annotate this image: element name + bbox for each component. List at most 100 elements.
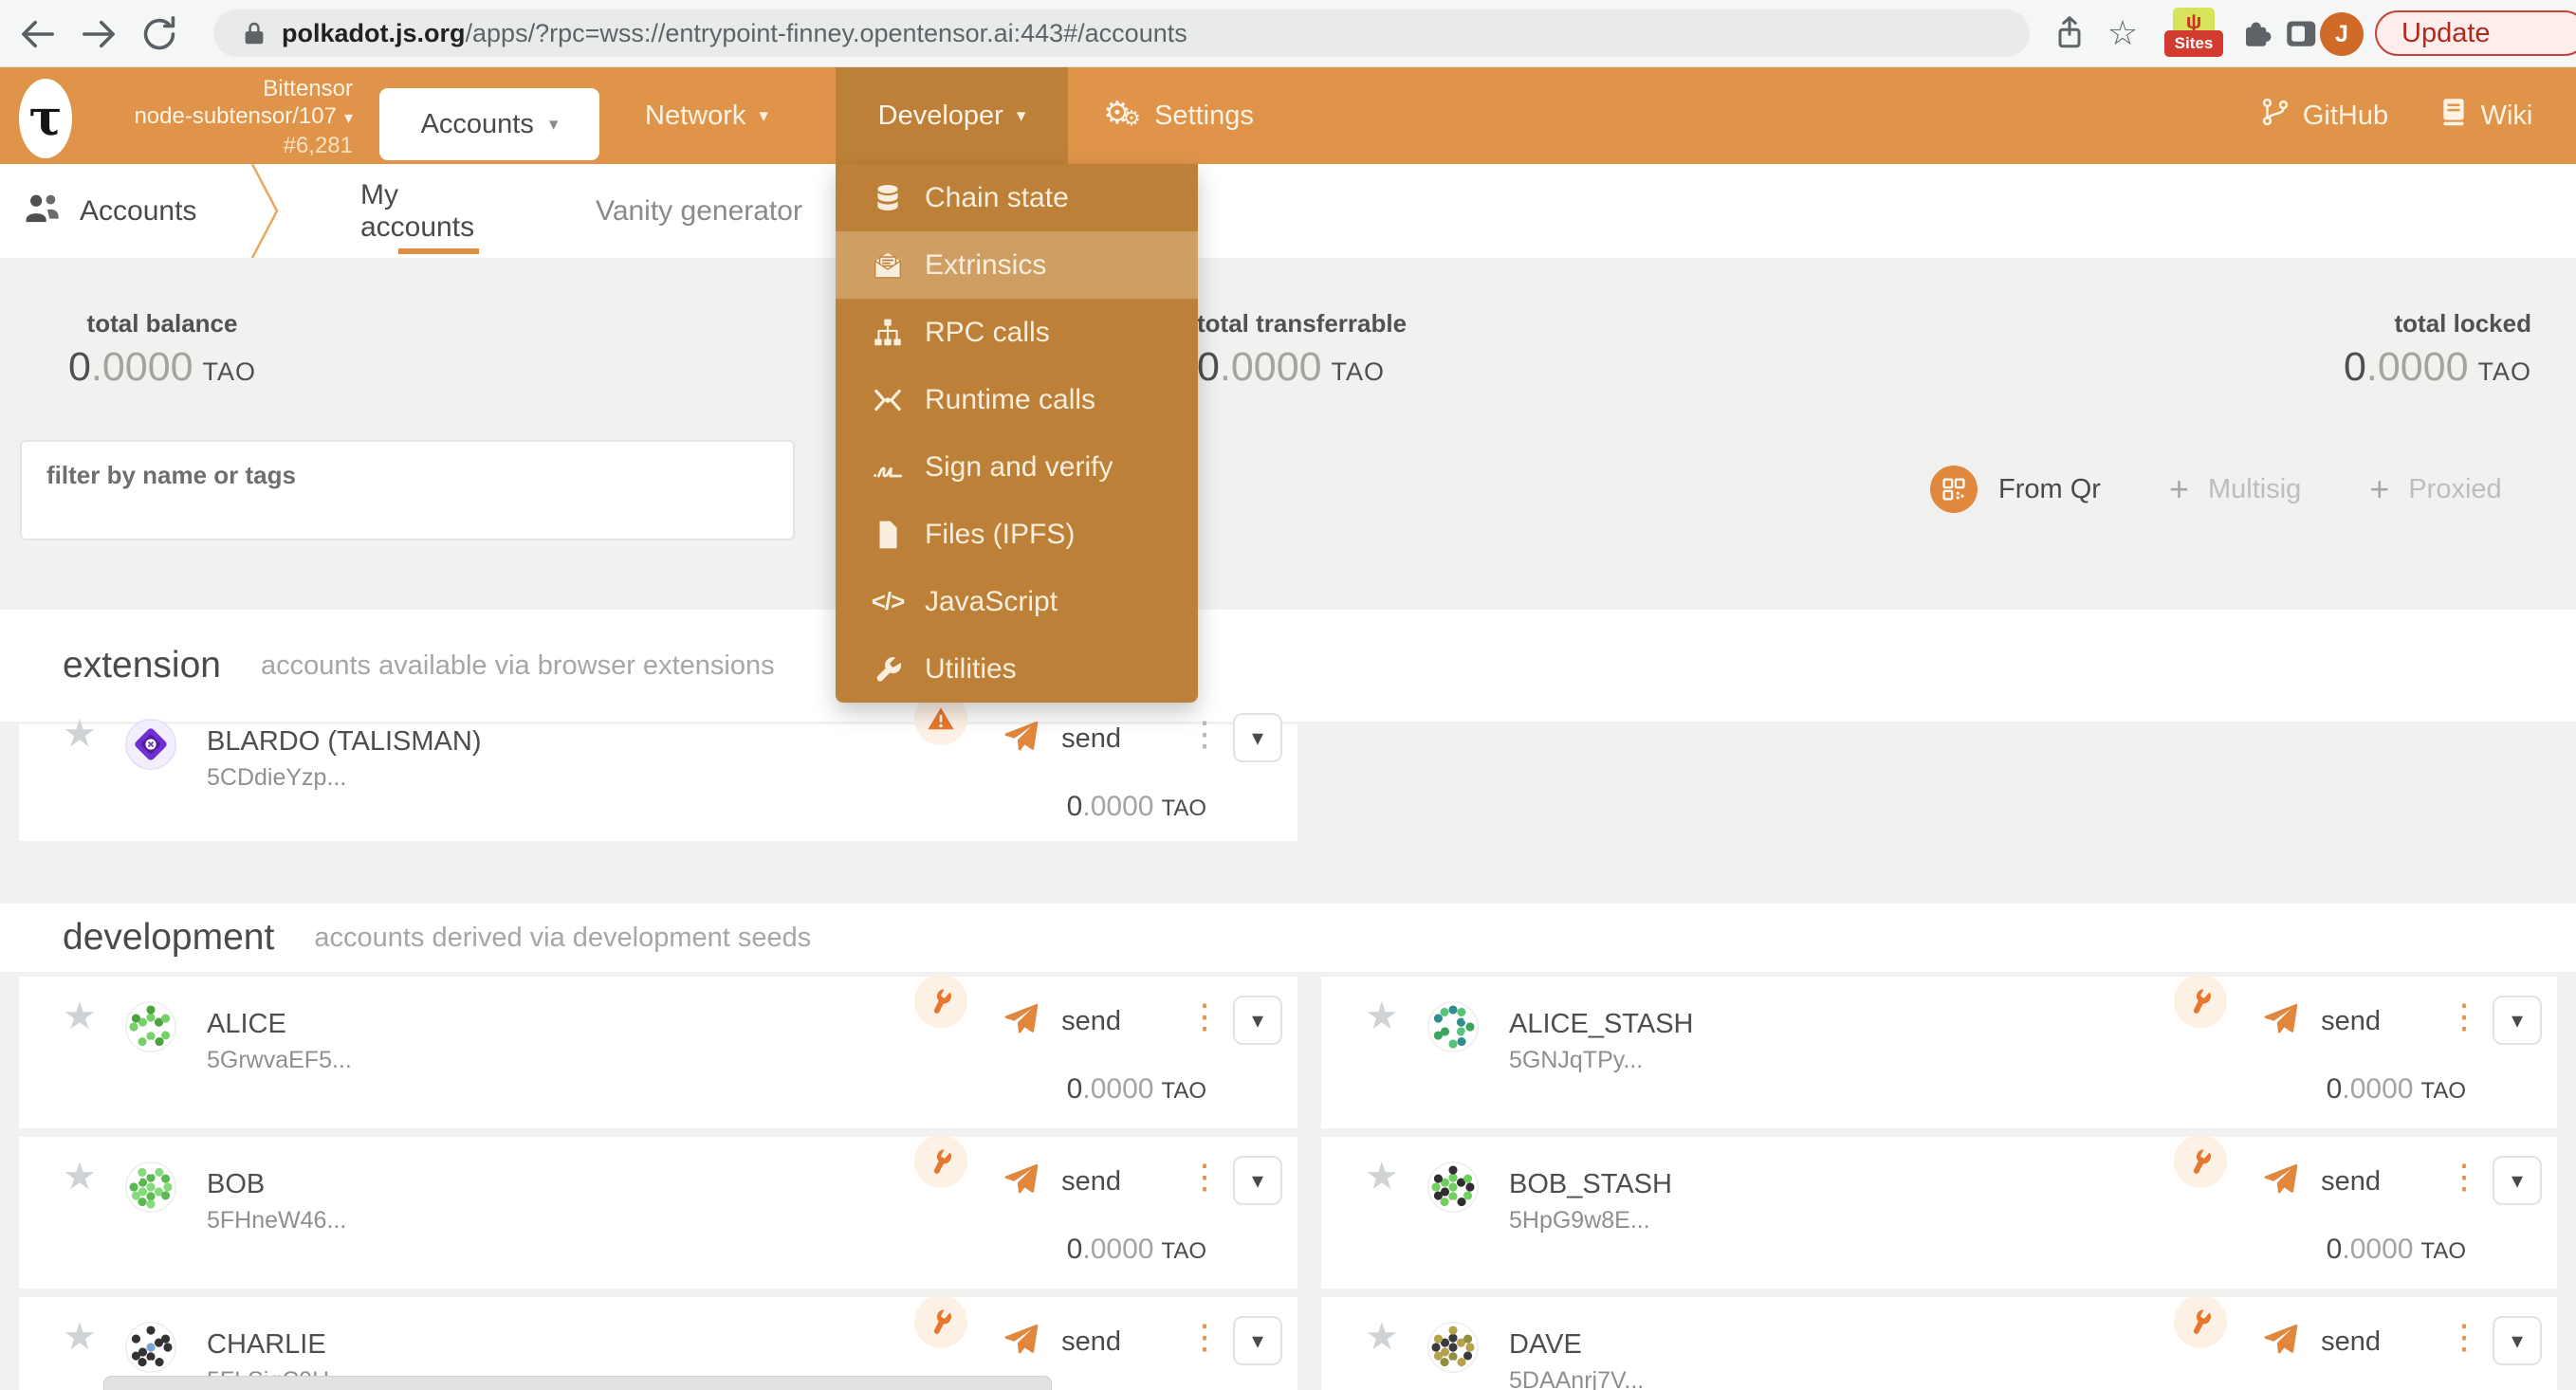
account-identicon[interactable] — [125, 719, 176, 770]
tab-vanity-generator[interactable]: Vanity generator — [596, 164, 802, 258]
browser-forward-button[interactable] — [78, 13, 120, 55]
compress-icon — [868, 383, 908, 417]
send-button[interactable]: send — [1003, 1161, 1121, 1202]
lock-icon[interactable] — [240, 19, 268, 47]
send-button[interactable]: send — [2262, 1001, 2381, 1042]
nav-accounts-button[interactable]: Accounts ▾ — [379, 88, 599, 160]
menu-item-extrinsics[interactable]: Extrinsics — [836, 231, 1198, 299]
nav-wiki-link[interactable]: Wiki — [2428, 67, 2542, 164]
nav-github-link[interactable]: GitHub — [2248, 67, 2400, 164]
account-identicon[interactable] — [1427, 1161, 1479, 1213]
expand-button[interactable]: ▾ — [2493, 1316, 2542, 1365]
expand-button[interactable]: ▾ — [1233, 996, 1282, 1045]
breadcrumb: Accounts — [23, 164, 196, 258]
account-address: 5FHneW46... — [207, 1207, 346, 1235]
add-proxied-button[interactable]: + Proxied — [2369, 469, 2501, 509]
account-menu-dots-icon[interactable]: ⋮ — [2447, 1160, 2475, 1194]
account-card: ★BLARDO (TALISMAN)5CDdieYzp...send⋮▾0.00… — [19, 724, 1297, 841]
expand-button[interactable]: ▾ — [2493, 1156, 2542, 1205]
nav-network-button[interactable]: Network▾ — [621, 67, 792, 164]
send-button[interactable]: send — [1003, 1001, 1121, 1042]
nav-developer-button[interactable]: Developer▾ — [836, 67, 1068, 164]
account-identicon[interactable] — [1427, 1001, 1479, 1052]
expand-button[interactable]: ▾ — [1233, 1156, 1282, 1205]
account-identicon[interactable] — [125, 1161, 176, 1213]
favorite-star-icon[interactable]: ★ — [63, 1318, 97, 1356]
git-branch-icon — [2259, 96, 2291, 136]
account-card: ★BOB_STASH5HpG9w8E...send⋮▾0.0000TAO — [1321, 1137, 2557, 1289]
favorite-star-icon[interactable]: ★ — [63, 997, 97, 1035]
favorite-star-icon[interactable]: ★ — [63, 715, 97, 753]
side-panel-icon[interactable] — [2281, 14, 2319, 52]
send-button[interactable]: send — [2262, 1322, 2381, 1363]
chevron-down-icon: ▾ — [1252, 1007, 1263, 1034]
menu-item-chain-state[interactable]: Chain state — [836, 164, 1198, 231]
browser-back-button[interactable] — [17, 13, 59, 55]
send-button[interactable]: send — [1003, 719, 1121, 759]
breadcrumb-label: Accounts — [80, 195, 196, 228]
account-identicon[interactable] — [125, 1001, 176, 1052]
account-menu-dots-icon[interactable]: ⋮ — [2447, 1320, 2475, 1354]
send-button[interactable]: send — [1003, 1322, 1121, 1363]
book-icon — [2438, 96, 2470, 136]
menu-item-javascript[interactable]: </>JavaScript — [836, 568, 1198, 635]
menu-item-files-ipfs[interactable]: Files (IPFS) — [836, 501, 1198, 568]
gears-icon: ⚙⚙ — [1103, 97, 1141, 135]
favorite-star-icon[interactable]: ★ — [1365, 997, 1399, 1035]
browser-reload-button[interactable] — [138, 13, 180, 55]
sites-extension-icon[interactable]: ψ Sites — [2164, 8, 2223, 61]
nav-settings-button[interactable]: ⚙⚙ Settings — [1086, 67, 1271, 164]
chain-selector[interactable]: Bittensor node-subtensor/107▾ #6,281 — [85, 75, 353, 159]
favorite-star-icon[interactable]: ★ — [63, 1158, 97, 1196]
from-qr-button[interactable]: From Qr — [1998, 474, 2101, 505]
stat-total-transferrable: total transferrable 0.0000TAO — [1197, 309, 1407, 391]
send-plane-icon — [1003, 1001, 1039, 1042]
node-name: node-subtensor/107 — [134, 103, 337, 129]
qr-icon[interactable] — [1930, 466, 1978, 513]
account-menu-dots-icon[interactable]: ⋮ — [1187, 1160, 1216, 1194]
bookmark-star-icon[interactable]: ☆ — [2104, 14, 2142, 52]
account-name: BOB — [207, 1169, 265, 1200]
account-balance: 0.0000TAO — [2327, 1073, 2466, 1106]
file-icon — [868, 518, 908, 552]
favorite-star-icon[interactable]: ★ — [1365, 1158, 1399, 1196]
browser-profile-avatar[interactable]: J — [2320, 12, 2364, 56]
account-name: BOB_STASH — [1509, 1169, 1672, 1200]
filter-input[interactable]: filter by name or tags — [20, 440, 795, 540]
account-menu-dots-icon[interactable]: ⋮ — [1187, 999, 1216, 1033]
menu-item-rpc-calls[interactable]: RPC calls — [836, 299, 1198, 366]
address-bar[interactable]: polkadot.js.org/apps/?rpc=wss://entrypoi… — [213, 9, 2030, 57]
account-card: ★DAVE5DAAnrj7V...send⋮▾0.0000TAO — [1321, 1297, 2557, 1390]
code-icon: </> — [868, 585, 908, 619]
sitemap-icon — [868, 316, 908, 350]
account-identicon[interactable] — [1427, 1322, 1479, 1373]
wrench-badge-icon — [914, 975, 967, 1028]
account-menu-dots-icon[interactable]: ⋮ — [2447, 999, 2475, 1033]
favorite-star-icon[interactable]: ★ — [1365, 1318, 1399, 1356]
send-plane-icon — [2262, 1001, 2298, 1042]
browser-update-button[interactable]: Update — [2375, 10, 2576, 56]
menu-item-runtime-calls[interactable]: Runtime calls — [836, 366, 1198, 433]
account-menu-dots-icon[interactable]: ⋮ — [1187, 717, 1216, 751]
add-multisig-button[interactable]: + Multisig — [2169, 469, 2301, 509]
account-menu-dots-icon[interactable]: ⋮ — [1187, 1320, 1216, 1354]
menu-item-sign-and-verify[interactable]: Sign and verify — [836, 433, 1198, 501]
chevron-down-icon: ▾ — [2512, 1167, 2523, 1195]
menu-item-utilities[interactable]: Utilities — [836, 635, 1198, 703]
expand-button[interactable]: ▾ — [2493, 996, 2542, 1045]
url-path: /apps/?rpc=wss://entrypoint-finney.opent… — [466, 19, 1187, 48]
account-identicon[interactable] — [125, 1322, 176, 1373]
extensions-puzzle-icon[interactable] — [2236, 14, 2274, 52]
wrench-badge-icon — [2174, 1135, 2227, 1188]
chevron-down-icon: ▾ — [2512, 1327, 2523, 1355]
send-button[interactable]: send — [2262, 1161, 2381, 1202]
account-address: 5GNJqTPy... — [1509, 1047, 1643, 1074]
share-icon[interactable] — [2051, 14, 2088, 52]
bittensor-logo: τ — [19, 79, 72, 158]
tab-my-accounts[interactable]: My accounts — [360, 164, 517, 258]
expand-button[interactable]: ▾ — [1233, 713, 1282, 762]
account-name: ALICE_STASH — [1509, 1009, 1693, 1040]
wrench-badge-icon — [2174, 1295, 2227, 1348]
expand-button[interactable]: ▾ — [1233, 1316, 1282, 1365]
wrench-icon — [868, 652, 908, 686]
